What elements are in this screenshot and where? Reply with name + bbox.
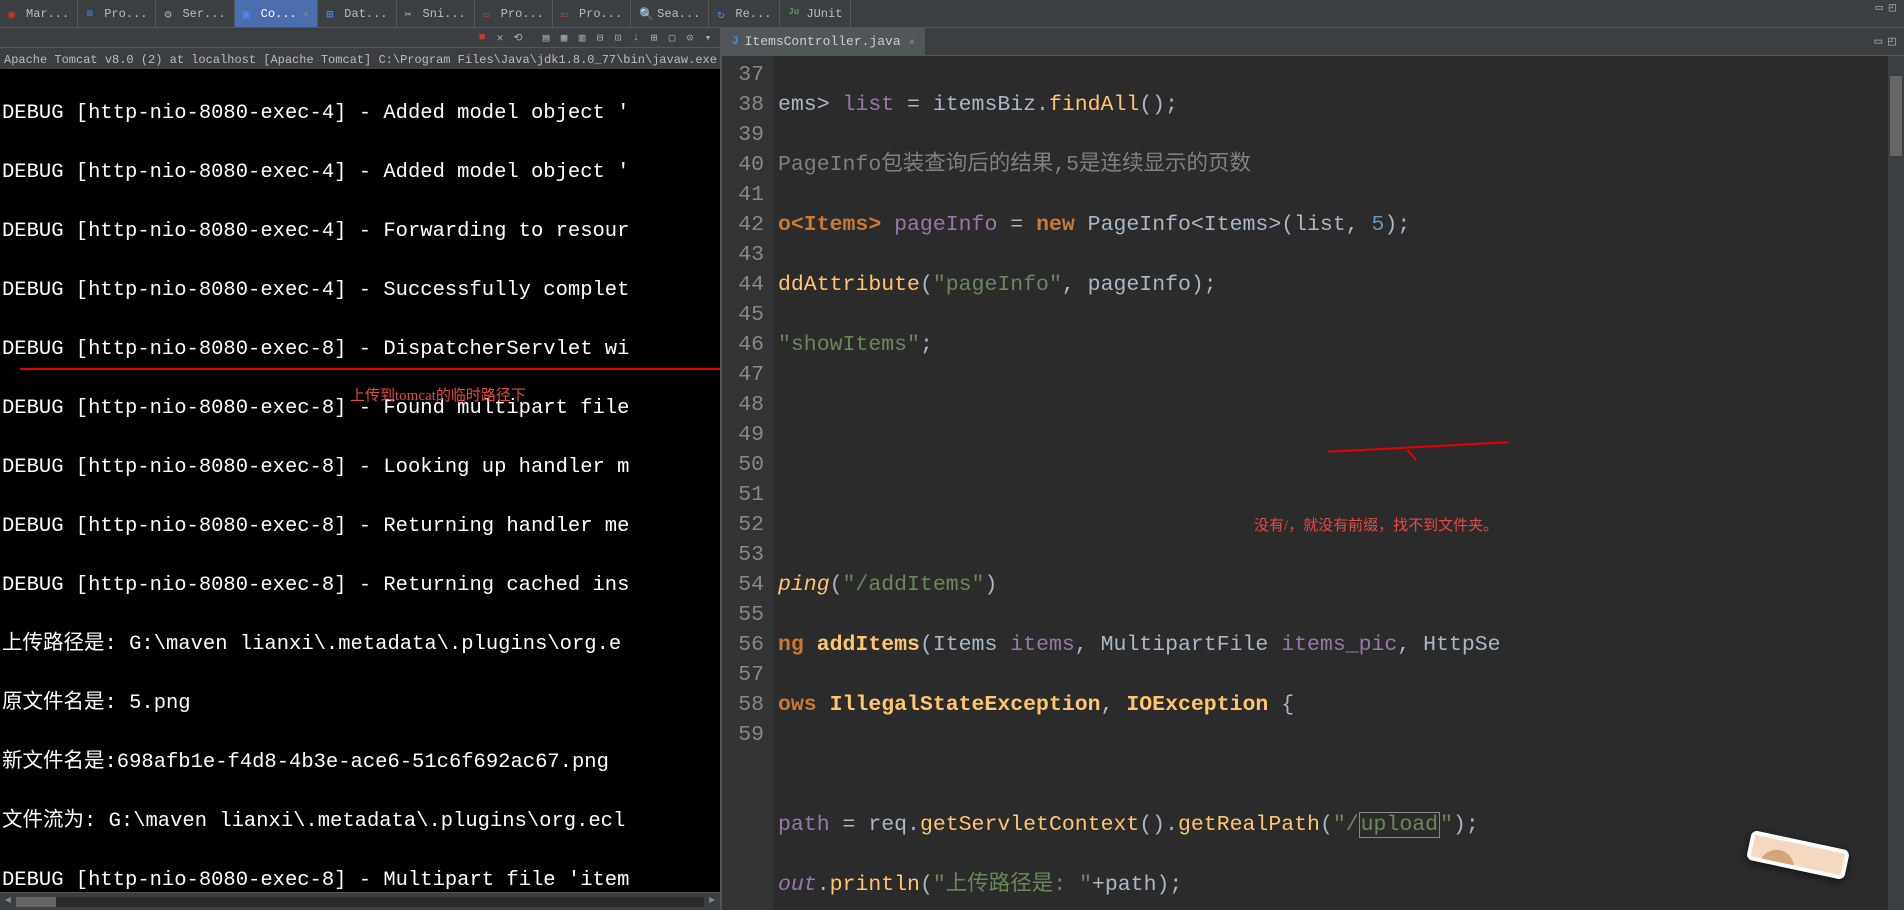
tab-properties[interactable]: ≡Pro...: [78, 0, 156, 27]
close-icon[interactable]: ✕: [909, 35, 916, 49]
annotation-text: 没有/，就没有前缀，找不到文件夹。: [1254, 511, 1498, 541]
editor-panel: J ItemsController.java ✕ ▭ ◰ 37383940414…: [722, 28, 1904, 910]
console-line: DEBUG [http-nio-8080-exec-8] - Returning…: [2, 512, 718, 542]
remove-all-button[interactable]: ⟲: [510, 30, 526, 46]
junit-icon: Ju: [788, 7, 802, 21]
console-line: DEBUG [http-nio-8080-exec-4] - Added mod…: [2, 158, 718, 188]
toolbar-btn[interactable]: ▦: [556, 30, 572, 46]
view-tab-bar: ◉Mar... ≡Pro... ⚙Ser... ▣Co...✕ ⊞Dat... …: [0, 0, 1904, 28]
maximize-icon[interactable]: ◰: [1888, 34, 1896, 49]
clear-console-button[interactable]: ⊟: [592, 30, 608, 46]
code-content[interactable]: ems> list = itemsBiz.findAll(); PageInfo…: [774, 56, 1888, 910]
editor-tab-itemscontroller[interactable]: J ItemsController.java ✕: [722, 28, 925, 55]
problems-icon: ▭: [561, 7, 575, 21]
console-icon: ▣: [243, 7, 257, 21]
toolbar-btn[interactable]: ▥: [574, 30, 590, 46]
scroll-lock-button[interactable]: ⊡: [610, 30, 626, 46]
annotation-line: [20, 368, 720, 370]
open-console-button[interactable]: ▢: [664, 30, 680, 46]
tab-servers[interactable]: ⚙Ser...: [156, 0, 234, 27]
line-numbers-gutter: 3738394041424344454647484950515253545556…: [722, 56, 774, 910]
console-toolbar: ■ ✕ ⟲ ▤ ▦ ▥ ⊟ ⊡ ↓ ⊞ ▢ ⊙ ▾: [0, 28, 720, 48]
tab-refactor[interactable]: ↻Re...: [709, 0, 780, 27]
scroll-left-arrow[interactable]: ◄: [0, 896, 16, 907]
servers-icon: ⚙: [164, 7, 178, 21]
toolbar-btn[interactable]: ▤: [538, 30, 554, 46]
data-icon: ⊞: [326, 7, 340, 21]
pin-console-button[interactable]: ↓: [628, 30, 644, 46]
console-panel: ■ ✕ ⟲ ▤ ▦ ▥ ⊟ ⊡ ↓ ⊞ ▢ ⊙ ▾ Apache Tomcat …: [0, 28, 722, 910]
console-process-label: Apache Tomcat v8.0 (2) at localhost [Apa…: [0, 48, 720, 69]
toolbar-btn[interactable]: ⊙: [682, 30, 698, 46]
vertical-scrollbar[interactable]: [1888, 56, 1904, 910]
console-output[interactable]: DEBUG [http-nio-8080-exec-4] - Added mod…: [0, 69, 720, 892]
console-line: 文件流为: G:\maven lianxi\.metadata\.plugins…: [2, 807, 718, 837]
horizontal-scrollbar[interactable]: ◄ ►: [0, 892, 720, 910]
code-editor[interactable]: 3738394041424344454647484950515253545556…: [722, 56, 1904, 910]
console-line: 新文件名是:698afb1e-f4d8-4b3e-ace6-51c6f692ac…: [2, 748, 718, 778]
tab-search[interactable]: 🔍Sea...: [631, 0, 709, 27]
tab-markers[interactable]: ◉Mar...: [0, 0, 78, 27]
tab-data[interactable]: ⊞Dat...: [318, 0, 396, 27]
toolbar-dropdown[interactable]: ▾: [700, 30, 716, 46]
remove-launch-button[interactable]: ✕: [492, 30, 508, 46]
maximize-icon[interactable]: ◰: [1889, 0, 1896, 27]
properties-icon: ≡: [86, 7, 100, 21]
console-line: DEBUG [http-nio-8080-exec-4] - Added mod…: [2, 99, 718, 129]
tab-problems2[interactable]: ▭Pro...: [553, 0, 631, 27]
java-file-icon: J: [732, 36, 739, 48]
refactor-icon: ↻: [717, 7, 731, 21]
problems-icon: ▭: [483, 7, 497, 21]
scroll-right-arrow[interactable]: ►: [704, 896, 720, 907]
console-line: 上传路径是: G:\maven lianxi\.metadata\.plugin…: [2, 630, 718, 660]
annotation-text: 上传到tomcat的临时路径下: [350, 382, 526, 412]
console-line: DEBUG [http-nio-8080-exec-4] - Successfu…: [2, 276, 718, 306]
console-line: 原文件名是: 5.png: [2, 689, 718, 719]
minimize-icon[interactable]: ▭: [1876, 0, 1883, 27]
stop-button[interactable]: ■: [474, 30, 490, 46]
tab-problems1[interactable]: ▭Pro...: [475, 0, 553, 27]
tab-junit[interactable]: JuJUnit: [780, 0, 851, 27]
snippets-icon: ✂: [405, 7, 419, 21]
scrollbar-thumb[interactable]: [16, 897, 56, 907]
console-line: DEBUG [http-nio-8080-exec-8] - Multipart…: [2, 866, 718, 893]
scrollbar-thumb[interactable]: [1890, 76, 1902, 156]
tab-console[interactable]: ▣Co...✕: [235, 0, 319, 27]
tab-snippets[interactable]: ✂Sni...: [397, 0, 475, 27]
close-icon[interactable]: ✕: [303, 7, 310, 21]
console-line: DEBUG [http-nio-8080-exec-8] - Returning…: [2, 571, 718, 601]
console-line: DEBUG [http-nio-8080-exec-8] - Looking u…: [2, 453, 718, 483]
minimize-icon[interactable]: ▭: [1874, 34, 1882, 49]
editor-tab-bar: J ItemsController.java ✕ ▭ ◰: [722, 28, 1904, 56]
display-selected-button[interactable]: ⊞: [646, 30, 662, 46]
markers-icon: ◉: [8, 7, 22, 21]
search-icon: 🔍: [639, 7, 653, 21]
console-line: DEBUG [http-nio-8080-exec-8] - Dispatche…: [2, 335, 718, 365]
console-line: DEBUG [http-nio-8080-exec-4] - Forwardin…: [2, 217, 718, 247]
